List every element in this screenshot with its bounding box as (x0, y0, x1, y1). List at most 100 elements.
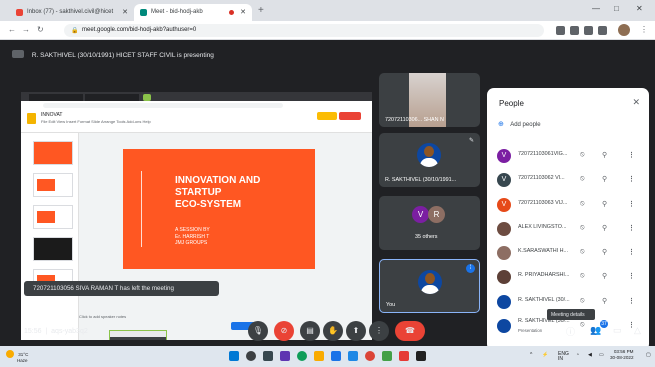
tray-network-icon[interactable]: ⚡ (542, 352, 548, 358)
add-people-button[interactable]: ⊕ Add people (498, 120, 541, 128)
self-tile[interactable]: ⁞ You (379, 259, 480, 313)
pin-icon[interactable]: ⚲ (602, 175, 607, 183)
participant-photo (497, 294, 511, 309)
pin-icon[interactable]: ⚲ (602, 248, 607, 256)
participant-name: 72072110306... SHAN N (385, 117, 444, 123)
search-icon[interactable] (246, 351, 256, 361)
more-options-icon[interactable]: ⋮ (628, 297, 635, 305)
activities-icon[interactable]: △ (634, 325, 641, 336)
list-item[interactable]: V 720721103063 VIJ... ⦸ ⚲ ⋮ (487, 193, 649, 217)
maximize-icon[interactable]: □ (614, 4, 619, 13)
store-icon[interactable] (331, 351, 341, 361)
screen: Inbox (77) - sakthivel.civil@hicet ✕ Mee… (0, 0, 655, 367)
slides-header: INNOVAT File Edit View Insert Format Sli… (21, 109, 372, 133)
extension-icon[interactable] (556, 26, 565, 35)
back-icon[interactable]: ← (8, 25, 16, 34)
participant-name: K.SARASWATHI H... (518, 248, 569, 255)
mic-off-icon: ⦸ (580, 175, 585, 183)
raise-hand-button[interactable]: ✋ (323, 321, 343, 341)
profile-avatar[interactable] (618, 24, 630, 36)
list-item[interactable]: V 720721103061VIG... ⦸ ⚲ ⋮ (487, 144, 649, 168)
slides-menu-bar: File Edit View Insert Format Slide Arran… (41, 119, 151, 124)
audio-indicator-icon: ⁞ (466, 264, 475, 273)
puzzle-icon[interactable] (598, 26, 607, 35)
mic-off-icon: ⦸ (580, 151, 585, 158)
excel-icon[interactable] (382, 351, 392, 361)
chrome-icon[interactable] (365, 351, 375, 361)
leave-call-button[interactable]: ☎ (395, 321, 425, 341)
list-item[interactable]: ALEX LIVINGSTO... ⦸ ⚲ ⋮ (487, 217, 649, 241)
notification-icon[interactable]: ▢ (646, 352, 651, 358)
more-options-icon[interactable]: ⋮ (628, 151, 635, 159)
close-window-icon[interactable]: ✕ (636, 4, 643, 13)
file-explorer-icon[interactable] (314, 351, 324, 361)
chat-icon[interactable]: ▭ (613, 325, 622, 336)
list-item[interactable]: R. PRIYADHARSHI... ⦸ ⚲ ⋮ (487, 265, 649, 289)
slide-divider (141, 171, 142, 247)
new-tab-button[interactable]: + (258, 5, 264, 16)
minimize-icon[interactable]: — (592, 4, 600, 13)
more-options-icon[interactable]: ⋮ (628, 200, 635, 208)
list-item[interactable]: V 720721103062 VI... ⦸ ⚲ ⋮ (487, 168, 649, 192)
more-options-icon[interactable]: ⋮ (628, 224, 635, 232)
word-icon[interactable] (348, 351, 358, 361)
tab-gmail-inbox[interactable]: Inbox (77) - sakthivel.civil@hicet ✕ (10, 4, 134, 21)
people-icon[interactable]: 👥 (590, 325, 601, 336)
pin-icon[interactable]: ⚲ (602, 297, 607, 305)
volume-icon[interactable]: ◀ (588, 352, 592, 358)
pin-icon[interactable]: ✎ (469, 137, 474, 144)
participant-name: R. PRIYADHARSHI... (518, 272, 570, 279)
others-tile[interactable]: V R 35 others (379, 196, 480, 250)
list-item[interactable]: K.SARASWATHI H... ⦸ ⚲ ⋮ (487, 241, 649, 265)
address-bar[interactable]: 🔒 meet.google.com/bid-hodj-akb?authuser=… (64, 24, 544, 37)
bookmark-icon[interactable] (584, 26, 593, 35)
powerpoint-icon[interactable] (399, 351, 409, 361)
task-view-icon[interactable] (263, 351, 273, 361)
wifi-icon[interactable]: ◔ (576, 352, 579, 358)
pin-icon[interactable]: ⚲ (602, 200, 607, 208)
more-options-icon[interactable]: ⋮ (628, 272, 635, 280)
pin-icon[interactable]: ⚲ (602, 224, 607, 232)
reload-icon[interactable]: ↻ (37, 25, 44, 34)
media-icon[interactable] (416, 351, 426, 361)
browser-toolbar: ← → ↻ 🔒 meet.google.com/bid-hodj-akb?aut… (0, 21, 655, 40)
weather-sun-icon (6, 350, 14, 358)
pin-icon[interactable]: ⚲ (602, 151, 607, 159)
camera-off-button[interactable]: ⊘ (274, 321, 294, 341)
present-button[interactable]: ⬆ (346, 321, 366, 341)
captions-button[interactable]: ▤ (300, 321, 320, 341)
meeting-details-icon[interactable]: ⓘ (566, 325, 575, 338)
teams-icon[interactable] (280, 351, 290, 361)
slide-thumbnail (33, 141, 73, 165)
share-icon[interactable] (570, 26, 579, 35)
more-options-button[interactable]: ⋮ (369, 321, 389, 341)
browser-menu-icon[interactable]: ⋮ (640, 25, 648, 34)
mic-off-icon: ⦸ (580, 199, 585, 207)
edge-icon[interactable] (297, 351, 307, 361)
self-name: You (386, 302, 396, 308)
close-tab-icon[interactable]: ✕ (240, 8, 246, 16)
participant-photo (497, 270, 511, 285)
pin-icon[interactable]: ⚲ (602, 272, 607, 280)
doc-title: INNOVAT (41, 112, 63, 118)
language-indicator[interactable]: ENG IN (558, 352, 569, 362)
close-panel-icon[interactable]: ✕ (632, 97, 640, 108)
more-options-icon[interactable]: ⋮ (628, 248, 635, 256)
mic-off-icon: ⦸ (580, 223, 585, 231)
more-options-icon[interactable]: ⋮ (628, 175, 635, 183)
windows-start-icon[interactable] (229, 351, 239, 361)
forward-icon[interactable]: → (22, 25, 30, 34)
weather-widget[interactable]: 31°C Haze (6, 350, 28, 364)
mic-button[interactable]: 🎙 (248, 321, 268, 341)
close-tab-icon[interactable]: ✕ (122, 8, 128, 16)
battery-icon[interactable]: ▭ (599, 352, 604, 358)
tab-meet[interactable]: Meet - bid-hodj-akb ✕ (134, 4, 252, 21)
add-people-label: Add people (510, 122, 541, 128)
clock-time: 15:56 (24, 328, 42, 335)
system-clock[interactable]: 03:56 PM 30-08-2022 (610, 349, 634, 361)
shared-tab-accent (143, 94, 151, 101)
participant-tile[interactable]: 72072110306... SHAN N (379, 73, 480, 127)
system-date: 30-08-2022 (610, 355, 634, 360)
tray-chevron-icon[interactable]: ^ (530, 352, 532, 358)
presenter-tile[interactable]: ✎ R. SAKTHIVEL (30/10/1991... (379, 133, 480, 187)
